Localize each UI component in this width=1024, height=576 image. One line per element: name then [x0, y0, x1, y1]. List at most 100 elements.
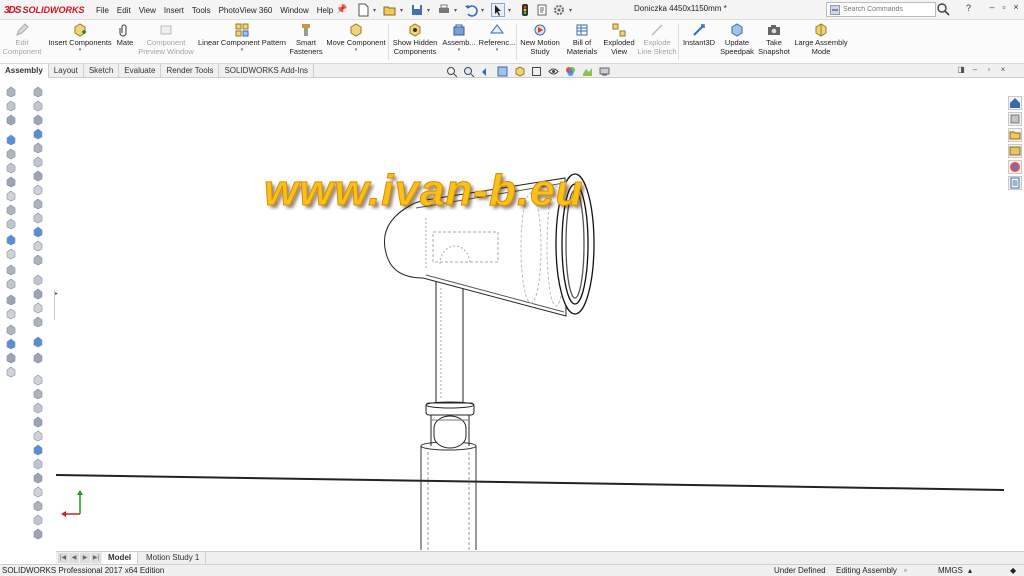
section-view-icon[interactable]: [497, 66, 508, 77]
solidworks-logo[interactable]: 3DS SOLIDWORKS: [4, 3, 84, 17]
menu-edit[interactable]: Edit: [117, 6, 131, 15]
menu-view[interactable]: View: [139, 6, 156, 15]
units-status[interactable]: MMGS: [938, 566, 963, 575]
feature-tool-icon[interactable]: [32, 458, 44, 470]
sketch-entity-tool-icon[interactable]: [5, 190, 17, 202]
insert-components-dropdown-icon[interactable]: ▾: [79, 47, 82, 53]
print-dropdown-icon[interactable]: ▾: [454, 7, 460, 14]
take-snapshot-button[interactable]: Take Snapshot: [756, 23, 792, 56]
sketch-entity-tool-icon[interactable]: [5, 366, 17, 378]
first-tab-icon[interactable]: |◀: [58, 553, 68, 563]
search-commands-box[interactable]: [826, 2, 936, 17]
feature-tool-icon[interactable]: [32, 486, 44, 498]
close-icon[interactable]: ×: [1010, 2, 1022, 12]
viewport-menu-icon[interactable]: ◨: [954, 65, 968, 74]
options-gear-icon[interactable]: [552, 3, 566, 17]
feature-tool-icon[interactable]: [32, 114, 44, 126]
sketch-entity-tool-icon[interactable]: [5, 234, 17, 246]
sketch-entity-tool-icon[interactable]: [5, 148, 17, 160]
sketch-entity-tool-icon[interactable]: [5, 134, 17, 146]
file-properties-icon[interactable]: [535, 3, 549, 17]
tab-motion-study-1[interactable]: Motion Study 1: [140, 552, 207, 564]
smart-fasteners-button[interactable]: Smart Fasteners: [288, 23, 324, 56]
menu-photoview[interactable]: PhotoView 360: [219, 6, 273, 15]
zoom-to-fit-icon[interactable]: [446, 66, 457, 77]
menu-insert[interactable]: Insert: [164, 6, 184, 15]
sketch-entity-tool-icon[interactable]: [5, 218, 17, 230]
feature-tool-icon[interactable]: [32, 528, 44, 540]
sketch-entity-tool-icon[interactable]: [5, 308, 17, 320]
tab-assembly[interactable]: Assembly: [0, 64, 49, 78]
feature-tool-icon[interactable]: [32, 212, 44, 224]
next-tab-icon[interactable]: ▶: [80, 553, 90, 563]
undo-icon[interactable]: [464, 3, 478, 17]
feature-tool-icon[interactable]: [32, 288, 44, 300]
undo-dropdown-icon[interactable]: ▾: [481, 7, 487, 14]
tab-render-tools[interactable]: Render Tools: [161, 64, 220, 78]
feature-tool-icon[interactable]: [32, 374, 44, 386]
menu-file[interactable]: File: [96, 6, 109, 15]
update-speedpak-button[interactable]: Update Speedpak: [718, 23, 756, 56]
assembly-features-button[interactable]: Assemb... ▾: [441, 23, 477, 53]
exploded-view-button[interactable]: Exploded View: [602, 23, 636, 56]
feature-tool-icon[interactable]: [32, 388, 44, 400]
feature-tool-icon[interactable]: [32, 156, 44, 168]
menu-tools[interactable]: Tools: [192, 6, 211, 15]
feature-tool-icon[interactable]: [32, 500, 44, 512]
tab-evaluate[interactable]: Evaluate: [119, 64, 162, 78]
doc-minimize-icon[interactable]: –: [968, 65, 982, 74]
feature-tool-icon[interactable]: [32, 416, 44, 428]
view-palette-icon[interactable]: [1008, 144, 1022, 158]
edit-appearance-icon[interactable]: [565, 66, 576, 77]
solidworks-resources-icon[interactable]: [1008, 96, 1022, 110]
sketch-entity-tool-icon[interactable]: [5, 324, 17, 336]
search-input[interactable]: [843, 6, 929, 13]
apply-scene-icon[interactable]: [582, 66, 593, 77]
file-explorer-icon[interactable]: [1008, 128, 1022, 142]
open-dropdown-icon[interactable]: ▾: [400, 7, 406, 14]
tab-sketch[interactable]: Sketch: [84, 64, 120, 78]
view-orientation-icon[interactable]: [514, 65, 525, 77]
feature-tool-icon[interactable]: [32, 240, 44, 252]
edit-component-button[interactable]: Edit Component: [2, 23, 42, 56]
tab-solidworks-add-ins[interactable]: SOLIDWORKS Add-Ins: [219, 64, 315, 78]
feature-tool-icon[interactable]: [32, 184, 44, 196]
sketch-entity-tool-icon[interactable]: [5, 162, 17, 174]
restore-icon[interactable]: ▫: [998, 2, 1010, 12]
design-library-icon[interactable]: [1008, 112, 1022, 126]
select-dropdown-icon[interactable]: ▾: [508, 7, 514, 14]
sketch-entity-tool-icon[interactable]: [5, 248, 17, 260]
feature-tool-icon[interactable]: [32, 472, 44, 484]
save-icon[interactable]: [410, 3, 424, 17]
appearances-scenes-icon[interactable]: [1008, 160, 1022, 174]
menu-help[interactable]: Help: [317, 6, 333, 15]
feature-tool-icon[interactable]: [32, 514, 44, 526]
view-settings-icon[interactable]: [599, 66, 610, 77]
sketch-entity-tool-icon[interactable]: [5, 278, 17, 290]
feature-tool-icon[interactable]: [32, 444, 44, 456]
sketch-entity-tool-icon[interactable]: [5, 204, 17, 216]
sketch-entity-tool-icon[interactable]: [5, 352, 17, 364]
reference-geometry-button[interactable]: Referenc... ▾: [478, 23, 516, 53]
instant3d-button[interactable]: Instant3D: [680, 23, 718, 47]
feature-tool-icon[interactable]: [32, 226, 44, 238]
feature-tool-icon[interactable]: [32, 316, 44, 328]
sketch-entity-tool-icon[interactable]: [5, 100, 17, 112]
hide-show-items-icon[interactable]: [548, 66, 559, 77]
new-dropdown-icon[interactable]: ▾: [373, 7, 379, 14]
feature-tool-icon[interactable]: [32, 86, 44, 98]
new-motion-study-button[interactable]: New Motion Study: [518, 23, 562, 56]
insert-components-button[interactable]: Insert Components ▾: [46, 23, 114, 53]
tab-model[interactable]: Model: [102, 552, 139, 564]
sketch-entity-tool-icon[interactable]: [5, 264, 17, 276]
prev-tab-icon[interactable]: ◀: [69, 553, 79, 563]
feature-tool-icon[interactable]: [32, 254, 44, 266]
pin-icon[interactable]: 📌: [336, 4, 347, 15]
previous-view-icon[interactable]: [480, 66, 491, 77]
help-icon[interactable]: ?: [966, 3, 971, 13]
zoom-area-icon[interactable]: [463, 66, 474, 77]
options-dropdown-icon[interactable]: ▾: [569, 7, 575, 14]
feature-tool-icon[interactable]: [32, 100, 44, 112]
explode-line-sketch-button[interactable]: Explode Line Sketch: [636, 23, 678, 56]
minimize-icon[interactable]: –: [986, 2, 998, 12]
